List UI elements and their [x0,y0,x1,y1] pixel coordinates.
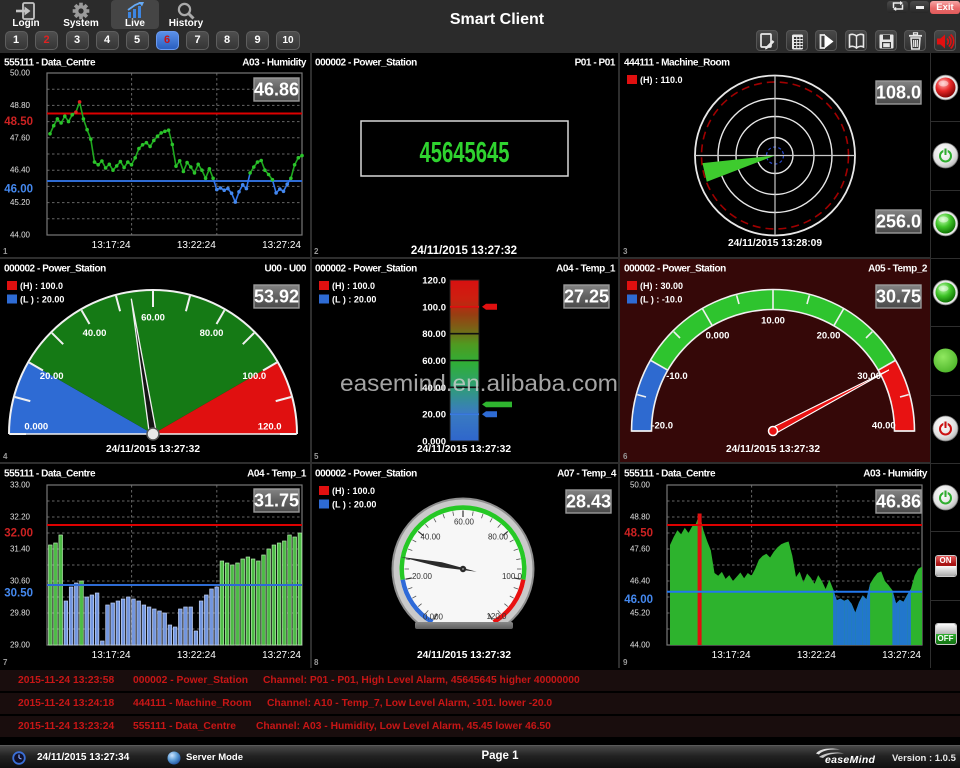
svg-text:easemind.en.alibaba.com: easemind.en.alibaba.com [340,370,618,396]
